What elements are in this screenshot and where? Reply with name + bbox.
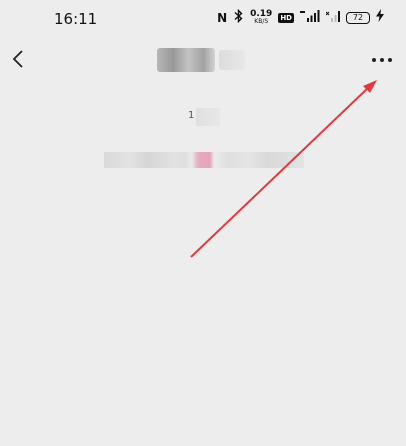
signal-icon <box>300 9 320 27</box>
nfc-icon: N <box>217 11 228 25</box>
status-bar: 16:11 N 0.19 KB/S HD 72 <box>0 0 406 36</box>
bluetooth-icon <box>233 8 244 28</box>
hd-badge: HD <box>278 13 294 23</box>
status-icons: N 0.19 KB/S HD 72 <box>217 8 384 28</box>
page-title-blurred <box>157 48 215 72</box>
status-time: 16:11 <box>54 10 98 28</box>
more-horizontal-icon <box>372 58 392 62</box>
network-speed: 0.19 KB/S <box>250 9 273 26</box>
battery-indicator: 72 <box>346 12 370 24</box>
chevron-left-icon <box>12 50 23 68</box>
back-button[interactable] <box>6 46 32 72</box>
network-speed-value: 0.19 <box>250 9 273 19</box>
blurred-content-block <box>196 108 220 126</box>
page-title-blurred-tail <box>219 50 245 70</box>
charging-bolt-icon <box>376 9 384 27</box>
blurred-content-row <box>104 152 304 168</box>
content-digit: 1 <box>188 110 195 121</box>
more-options-button[interactable] <box>370 50 394 70</box>
signal-2-icon <box>325 9 340 27</box>
network-speed-unit: KB/S <box>254 18 269 25</box>
